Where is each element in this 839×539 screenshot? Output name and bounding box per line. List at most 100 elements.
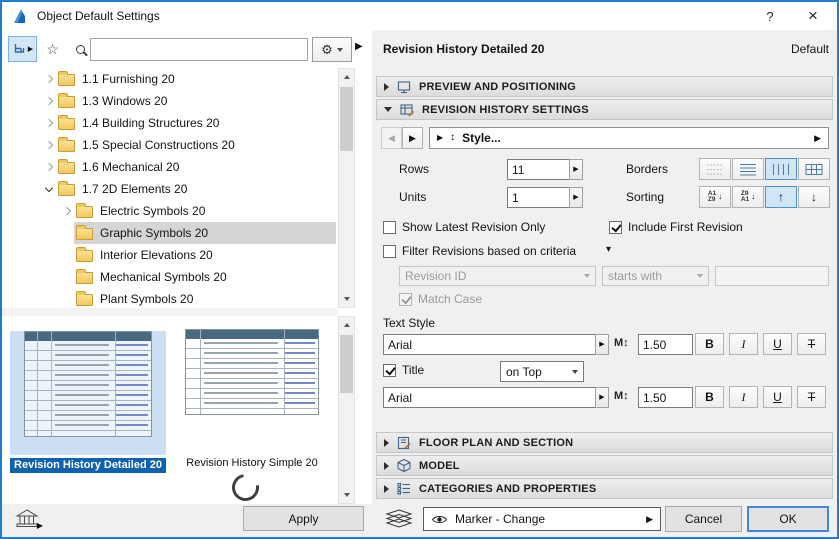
library-loader-button[interactable]: ▶ [10, 504, 44, 532]
previous-style-button[interactable]: ◀ [381, 127, 402, 149]
font-flyout-button[interactable]: ▶ [595, 334, 609, 355]
settings-button[interactable]: ⚙ [312, 37, 352, 62]
preview-card-simple[interactable]: Revision History Simple 20 [174, 322, 330, 471]
include-first-revision-row[interactable]: Include First Revision [609, 219, 743, 235]
strikethrough-button[interactable]: T [797, 333, 826, 355]
title-bold-button[interactable]: B [695, 386, 724, 408]
tree-item-plant-symbols[interactable]: Plant Symbols 20 [6, 288, 336, 308]
title-checkbox[interactable] [383, 364, 396, 377]
tree-preview-splitter[interactable] [2, 308, 338, 316]
criteria-field-combo[interactable]: Revision ID [399, 266, 596, 286]
include-first-checkbox[interactable] [609, 221, 622, 234]
cancel-button[interactable]: Cancel [665, 506, 742, 532]
title-row[interactable]: Title [383, 362, 424, 378]
section-categories-and-properties[interactable]: CATEGORIES AND PROPERTIES [376, 478, 833, 499]
borders-vertical-button[interactable] [765, 158, 797, 180]
preview-label-detailed[interactable]: Revision History Detailed 20 [10, 458, 166, 473]
tree-item-graphic-symbols[interactable]: Graphic Symbols 20 [6, 222, 336, 244]
dropdown-arrow-icon [337, 48, 343, 52]
rows-stepper-button[interactable]: ▶ [569, 159, 583, 180]
title-strikethrough-button[interactable]: T [797, 386, 826, 408]
italic-button[interactable]: I [729, 333, 758, 355]
chevron-right-icon[interactable] [42, 98, 56, 104]
criteria-value-input[interactable] [715, 266, 829, 286]
scroll-up-button[interactable] [339, 317, 354, 333]
tree-item-mechanical[interactable]: 1.6 Mechanical 20 [6, 156, 336, 178]
sort-down-button[interactable]: ↓ [798, 186, 830, 208]
filter-revisions-row[interactable]: Filter Revisions based on criteria [383, 243, 576, 259]
chevron-down-icon[interactable] [42, 188, 56, 191]
borders-none-button[interactable] [699, 158, 731, 180]
filter-revisions-checkbox[interactable] [383, 245, 396, 258]
borders-grid-button[interactable] [798, 158, 830, 180]
tree-item-furnishing[interactable]: 1.1 Furnishing 20 [6, 68, 336, 90]
marker-combo[interactable]: Marker - Change ▶ [423, 507, 661, 531]
favorites-button[interactable]: ☆ [38, 36, 67, 62]
preview-card-detailed[interactable]: Revision History Detailed 20 [10, 322, 166, 473]
criteria-flyout-icon[interactable]: ▾ [606, 244, 611, 255]
match-case-checkbox[interactable] [399, 293, 412, 306]
borders-horizontal-button[interactable] [732, 158, 764, 180]
section-revision-history-settings[interactable]: REVISION HISTORY SETTINGS [376, 99, 833, 120]
chevron-right-icon[interactable] [42, 120, 56, 126]
tree-item-electric-symbols[interactable]: Electric Symbols 20 [6, 200, 336, 222]
underline-button[interactable]: U [763, 333, 792, 355]
title-font-metrics-icon[interactable]: M↕ [614, 390, 629, 402]
tree-item-interior-elevations[interactable]: Interior Elevations 20 [6, 244, 336, 266]
title-position-combo[interactable]: on Top [500, 361, 584, 382]
tree-item-2d-elements[interactable]: 1.7 2D Elements 20 [6, 178, 336, 200]
tree-scrollbar[interactable] [338, 68, 355, 308]
tree-item-special-constructions[interactable]: 1.5 Special Constructions 20 [6, 134, 336, 156]
next-style-button[interactable]: ▶ [402, 127, 423, 149]
tree-item-mechanical-symbols[interactable]: Mechanical Symbols 20 [6, 266, 336, 288]
scroll-down-button[interactable] [339, 487, 354, 503]
close-button[interactable]: × [797, 2, 829, 30]
criteria-operator-combo[interactable]: starts with [602, 266, 709, 286]
preview-thumbnail-simple[interactable] [174, 329, 330, 453]
title-font-name-input[interactable] [383, 387, 596, 408]
tree-item-windows[interactable]: 1.3 Windows 20 [6, 90, 336, 112]
preview-label-simple[interactable]: Revision History Simple 20 [174, 456, 330, 471]
match-case-row[interactable]: Match Case [399, 291, 482, 307]
ok-button[interactable]: OK [747, 506, 829, 532]
title-font-size-input[interactable] [638, 387, 693, 408]
apply-button[interactable]: Apply [243, 506, 364, 531]
scrollbar-thumb[interactable] [340, 335, 353, 393]
section-model[interactable]: MODEL [376, 455, 833, 476]
section-floor-plan-and-section[interactable]: FLOOR PLAN AND SECTION [376, 432, 833, 453]
chevron-right-icon[interactable] [42, 76, 56, 82]
chevron-right-icon[interactable] [42, 164, 56, 170]
preview-partial-next-item[interactable] [227, 469, 265, 507]
scroll-down-button[interactable] [339, 291, 354, 307]
font-size-input[interactable] [638, 334, 693, 355]
preview-thumbnail-detailed[interactable] [10, 331, 166, 455]
font-name-input[interactable] [383, 334, 596, 355]
title-italic-button[interactable]: I [729, 386, 758, 408]
tree-item-label: 1.6 Mechanical 20 [82, 160, 179, 174]
folder-view-button[interactable]: ▶ [8, 36, 37, 62]
style-flyout-button[interactable]: ▶ ↕ Style... ▶ [429, 127, 829, 149]
search-input[interactable] [90, 38, 308, 61]
font-metrics-icon[interactable]: M↕ [614, 337, 629, 349]
units-input[interactable] [507, 187, 570, 208]
panel-collapse-arrow[interactable]: ▶ [355, 42, 363, 52]
scroll-up-button[interactable] [339, 69, 354, 85]
show-latest-revision-row[interactable]: Show Latest Revision Only [383, 219, 545, 235]
sort-ascending-button[interactable]: A1Z9 ↓ [699, 186, 731, 208]
section-preview-positioning[interactable]: PREVIEW AND POSITIONING [376, 76, 833, 97]
scrollbar-thumb[interactable] [340, 87, 353, 151]
tree-item-building-structures[interactable]: 1.4 Building Structures 20 [6, 112, 336, 134]
sort-up-button[interactable]: ↑ [765, 186, 797, 208]
show-latest-checkbox[interactable] [383, 221, 396, 234]
preview-scrollbar[interactable] [338, 316, 355, 504]
title-font-flyout-button[interactable]: ▶ [595, 387, 609, 408]
layers-button[interactable] [379, 504, 419, 532]
sort-descending-button[interactable]: Z9A1 ↓ [732, 186, 764, 208]
chevron-right-icon[interactable] [60, 208, 74, 214]
rows-input[interactable] [507, 159, 570, 180]
help-button[interactable]: ? [755, 2, 785, 30]
bold-button[interactable]: B [695, 333, 724, 355]
title-underline-button[interactable]: U [763, 386, 792, 408]
units-stepper-button[interactable]: ▶ [569, 187, 583, 208]
chevron-right-icon[interactable] [42, 142, 56, 148]
